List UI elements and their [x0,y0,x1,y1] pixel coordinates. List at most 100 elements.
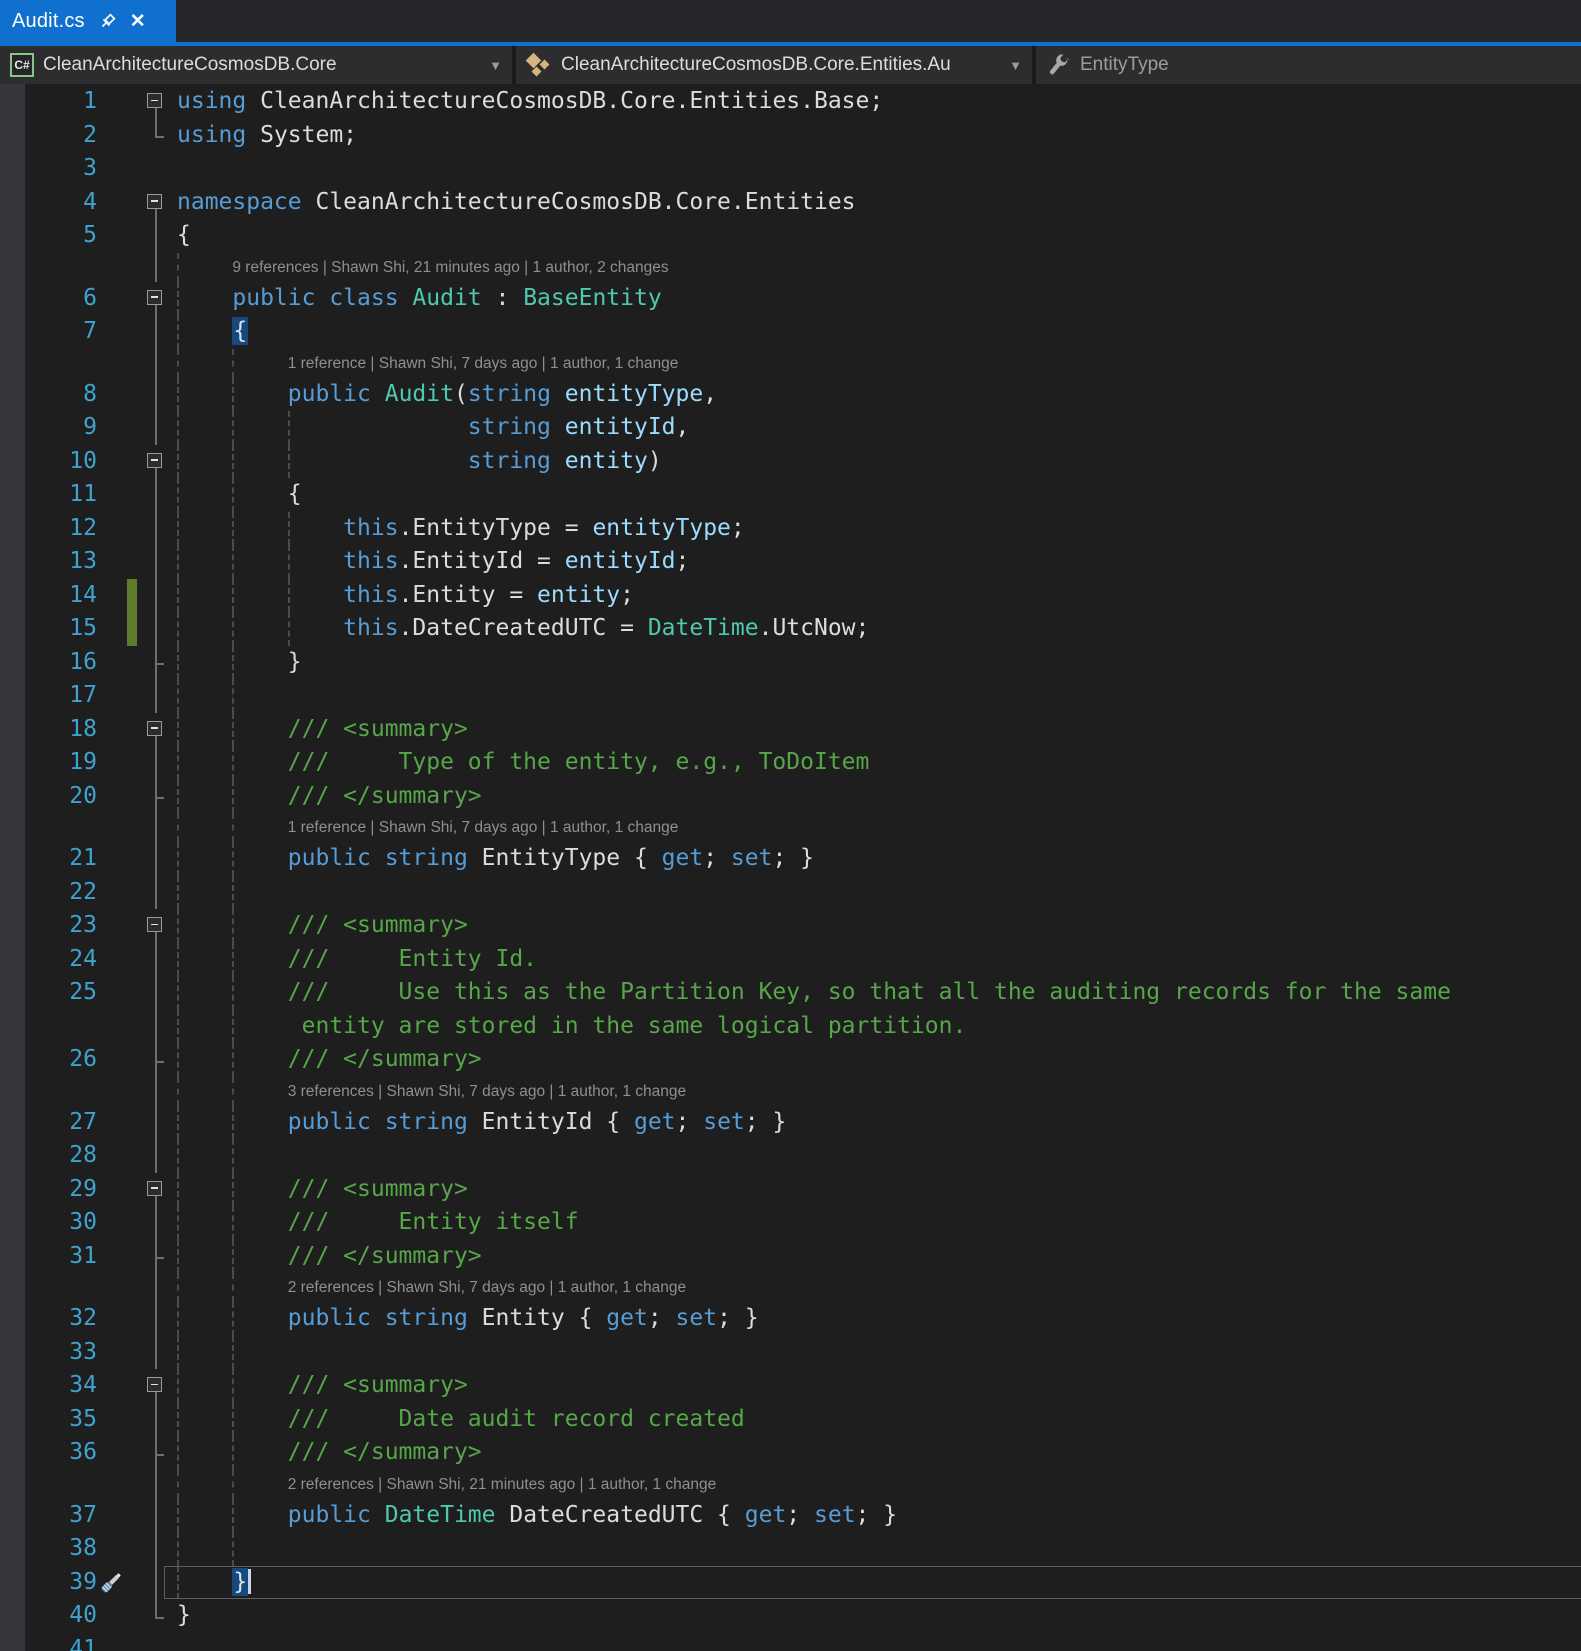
line-number[interactable] [25,1010,97,1044]
code-text[interactable]: public Audit(string entityType, [170,378,1581,412]
pin-icon[interactable] [99,13,116,30]
line-number[interactable]: 22 [25,876,97,910]
line-number[interactable] [25,1470,97,1499]
code-editor[interactable]: 1using CleanArchitectureCosmosDB.Core.En… [0,84,1581,1651]
breakpoint-margin[interactable] [0,1470,25,1499]
code-text[interactable]: /// <summary> [170,713,1581,747]
breakpoint-margin[interactable] [0,876,25,910]
project-dropdown[interactable]: C# CleanArchitectureCosmosDB.Core ▼ [0,46,512,84]
breakpoint-margin[interactable] [0,1369,25,1403]
code-text[interactable]: this.EntityId = entityId; [170,545,1581,579]
line-number[interactable]: 32 [25,1302,97,1336]
line-number[interactable]: 10 [25,445,97,479]
code-text[interactable]: using System; [170,119,1581,153]
line-number[interactable] [25,349,97,378]
code-text[interactable]: /// <summary> [170,1369,1581,1403]
line-number[interactable]: 26 [25,1043,97,1077]
line-number[interactable]: 12 [25,512,97,546]
breakpoint-margin[interactable] [0,612,25,646]
line-number[interactable]: 40 [25,1599,97,1633]
breakpoint-margin[interactable] [0,679,25,713]
line-number[interactable]: 1 [25,85,97,119]
breakpoint-margin[interactable] [0,780,25,814]
line-number[interactable]: 13 [25,545,97,579]
code-text[interactable]: namespace CleanArchitectureCosmosDB.Core… [170,186,1581,220]
code-text[interactable]: { [170,219,1581,253]
code-text[interactable]: /// Type of the entity, e.g., ToDoItem [170,746,1581,780]
breakpoint-margin[interactable] [0,445,25,479]
type-dropdown[interactable]: CleanArchitectureCosmosDB.Core.Entities.… [516,46,1032,84]
code-line-21[interactable]: 21 public string EntityType { get; set; … [0,842,1581,876]
code-line-33[interactable]: 33 [0,1336,1581,1370]
code-text[interactable]: string entityId, [170,411,1581,445]
code-line-35[interactable]: 35 /// Date audit record created [0,1403,1581,1437]
line-number[interactable]: 4 [25,186,97,220]
code-line-15[interactable]: 15 this.DateCreatedUTC = DateTime.UtcNow… [0,612,1581,646]
breakpoint-margin[interactable] [0,579,25,613]
code-line-4[interactable]: 4 namespace CleanArchitectureCosmosDB.Cor… [0,186,1581,220]
line-number[interactable]: 30 [25,1206,97,1240]
collapse-box[interactable] [147,93,162,108]
line-number[interactable]: 9 [25,411,97,445]
line-number[interactable]: 23 [25,909,97,943]
code-text[interactable] [170,1139,1581,1173]
codelens-text[interactable]: 2 references | Shawn Shi, 21 minutes ago… [170,1470,1581,1499]
code-line-27[interactable]: 27 public string EntityId { get; set; } [0,1106,1581,1140]
breakpoint-margin[interactable] [0,411,25,445]
code-text[interactable] [170,1633,1581,1651]
codelens-row[interactable]: 2 references | Shawn Shi, 21 minutes ago… [0,1470,1581,1499]
codelens-text[interactable]: 2 references | Shawn Shi, 7 days ago | 1… [170,1273,1581,1302]
line-number[interactable]: 5 [25,219,97,253]
collapse-box[interactable] [147,453,162,468]
code-text[interactable]: /// <summary> [170,1173,1581,1207]
codelens-text[interactable]: 1 reference | Shawn Shi, 7 days ago | 1 … [170,813,1581,842]
line-number[interactable]: 34 [25,1369,97,1403]
line-number[interactable]: 24 [25,943,97,977]
code-text[interactable]: /// </summary> [170,1240,1581,1274]
code-text[interactable]: public string Entity { get; set; } [170,1302,1581,1336]
breakpoint-margin[interactable] [0,1566,25,1600]
code-text[interactable]: /// </summary> [170,1043,1581,1077]
line-number[interactable] [25,1077,97,1106]
line-number[interactable]: 38 [25,1532,97,1566]
code-line-12[interactable]: 12 this.EntityType = entityType; [0,512,1581,546]
breakpoint-margin[interactable] [0,1633,25,1651]
line-number[interactable]: 37 [25,1499,97,1533]
code-line-17[interactable]: 17 [0,679,1581,713]
code-line-30[interactable]: 30 /// Entity itself [0,1206,1581,1240]
code-line-9[interactable]: 9 string entityId, [0,411,1581,445]
codelens-text[interactable]: 3 references | Shawn Shi, 7 days ago | 1… [170,1077,1581,1106]
code-text[interactable]: /// Use this as the Partition Key, so th… [170,976,1581,1010]
codelens-row[interactable]: 1 reference | Shawn Shi, 7 days ago | 1 … [0,813,1581,842]
code-text[interactable]: public string EntityId { get; set; } [170,1106,1581,1140]
collapse-box[interactable] [147,290,162,305]
breakpoint-margin[interactable] [0,282,25,316]
code-line-wrap[interactable]: entity are stored in the same logical pa… [0,1010,1581,1044]
code-line-6[interactable]: 6 public class Audit : BaseEntity [0,282,1581,316]
codelens-references-link[interactable]: 3 references | Shawn Shi, 7 days ago | 1… [288,1083,686,1100]
code-line-41[interactable]: 41 [0,1633,1581,1651]
codelens-references-link[interactable]: 1 reference | Shawn Shi, 7 days ago | 1 … [288,819,679,836]
code-text[interactable]: } [170,1566,1581,1600]
close-icon[interactable]: ✕ [130,12,146,31]
line-number[interactable]: 7 [25,315,97,349]
code-text[interactable]: entity are stored in the same logical pa… [170,1010,1581,1044]
code-text[interactable]: public string EntityType { get; set; } [170,842,1581,876]
code-text[interactable]: /// </summary> [170,780,1581,814]
codelens-row[interactable]: 1 reference | Shawn Shi, 7 days ago | 1 … [0,349,1581,378]
breakpoint-margin[interactable] [0,315,25,349]
code-line-23[interactable]: 23 /// <summary> [0,909,1581,943]
code-text[interactable]: public class Audit : BaseEntity [170,282,1581,316]
member-dropdown[interactable]: EntityType [1036,46,1581,84]
code-text[interactable]: { [170,315,1581,349]
codelens-references-link[interactable]: 1 reference | Shawn Shi, 7 days ago | 1 … [288,355,679,372]
breakpoint-margin[interactable] [0,976,25,1010]
line-number[interactable]: 2 [25,119,97,153]
breakpoint-margin[interactable] [0,85,25,119]
line-number[interactable]: 27 [25,1106,97,1140]
code-line-18[interactable]: 18 /// <summary> [0,713,1581,747]
code-text[interactable]: this.DateCreatedUTC = DateTime.UtcNow; [170,612,1581,646]
line-number[interactable] [25,253,97,282]
code-text[interactable]: /// </summary> [170,1436,1581,1470]
line-number[interactable] [25,1273,97,1302]
